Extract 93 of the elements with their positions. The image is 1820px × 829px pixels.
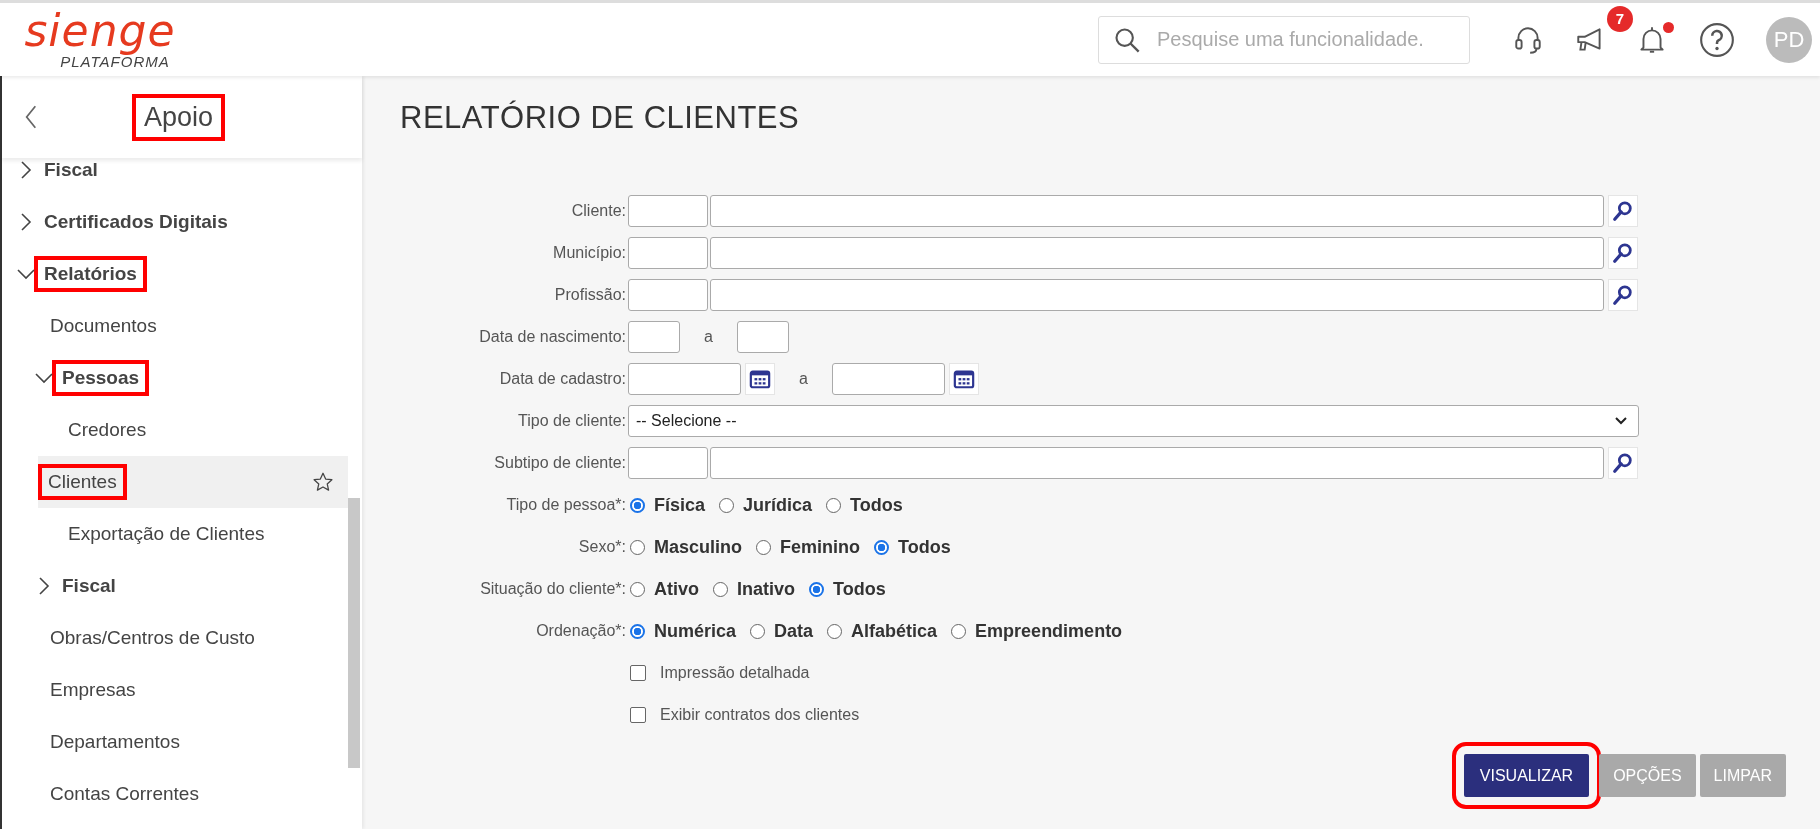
radio-label: Inativo: [737, 578, 795, 600]
page-title: RELATÓRIO DE CLIENTES: [400, 100, 801, 136]
search-icon: [1113, 25, 1141, 54]
name-input[interactable]: [710, 447, 1604, 479]
radio-button[interactable]: [630, 539, 645, 555]
menu-item[interactable]: Clientes: [38, 464, 127, 500]
field-label: Data de nascimento:: [478, 328, 627, 346]
logo-text: sienge: [24, 9, 176, 53]
chevron-right-icon[interactable]: [38, 576, 50, 596]
menu-folder[interactable]: Pessoas: [52, 360, 150, 396]
search-button[interactable]: [1608, 237, 1638, 269]
radio-label: Todos: [833, 578, 886, 600]
menu-folder[interactable]: Certificados Digitais: [34, 204, 238, 240]
chevron-down-icon[interactable]: [16, 268, 36, 280]
radio-button[interactable]: [951, 623, 967, 639]
radio-label: Ativo: [654, 578, 699, 600]
radio-button[interactable]: [826, 497, 842, 513]
field-label: Data de cadastro:: [498, 370, 627, 388]
field-label: Município:: [552, 244, 627, 262]
radio-label: Data: [774, 620, 814, 642]
menu-folder[interactable]: Fiscal: [52, 568, 126, 604]
code-input[interactable]: [628, 195, 708, 227]
date-input[interactable]: [628, 363, 741, 395]
field-label: Sexo*:: [577, 538, 627, 556]
name-input[interactable]: [710, 195, 1604, 227]
sidebar-title: Apoio: [132, 93, 226, 141]
radio-button[interactable]: [630, 497, 645, 513]
notification-badge: 7: [1607, 5, 1633, 32]
radio-button[interactable]: [809, 581, 824, 597]
menu-folder[interactable]: Fiscal: [34, 158, 108, 188]
date-input[interactable]: [736, 321, 789, 353]
radio-label: Jurídica: [743, 494, 813, 516]
chevron-right-icon[interactable]: [20, 160, 32, 180]
action-button[interactable]: VISUALIZAR: [1463, 754, 1590, 797]
checkbox-label: Exibir contratos dos clientes: [660, 706, 860, 724]
radio-label: Feminino: [780, 536, 860, 558]
name-input[interactable]: [710, 279, 1604, 311]
field-label: Tipo de pessoa*:: [505, 496, 627, 514]
code-input[interactable]: [628, 279, 708, 311]
search-button[interactable]: [1608, 195, 1638, 227]
back-icon[interactable]: [24, 104, 38, 130]
menu-item[interactable]: Credores: [58, 412, 157, 448]
search-button[interactable]: [1608, 447, 1638, 479]
scrollbar[interactable]: [348, 498, 360, 768]
field-label: Situação do cliente*:: [479, 580, 627, 598]
field-label: Cliente:: [570, 202, 627, 220]
star-icon[interactable]: [312, 471, 334, 493]
radio-button[interactable]: [719, 497, 735, 513]
date-input[interactable]: [628, 321, 680, 353]
menu-item[interactable]: Contas Correntes: [40, 776, 209, 812]
date-input[interactable]: [831, 363, 945, 395]
menu-item[interactable]: Obras/Centros de Custo: [40, 620, 265, 656]
menu-item[interactable]: Exportação de Clientes: [58, 516, 275, 552]
range-separator: a: [799, 370, 808, 388]
name-input[interactable]: [710, 237, 1604, 269]
radio-button[interactable]: [756, 539, 771, 555]
dropdown[interactable]: -- Selecione --: [628, 405, 1639, 437]
radio-button[interactable]: [827, 623, 843, 639]
range-separator: a: [704, 328, 713, 346]
chevron-right-icon[interactable]: [20, 212, 32, 232]
search-input[interactable]: Pesquise uma funcionalidade.: [1155, 27, 1449, 52]
calendar-button[interactable]: [745, 363, 775, 395]
code-input[interactable]: [628, 447, 708, 479]
radio-button[interactable]: [630, 623, 645, 639]
menu-item[interactable]: Empresas: [40, 672, 146, 708]
search-bar[interactable]: Pesquise uma funcionalidade.: [1098, 15, 1470, 64]
radio-button[interactable]: [630, 581, 645, 597]
radio-label: Empreendimento: [975, 620, 1123, 642]
calendar-button[interactable]: [948, 363, 979, 395]
menu-folder[interactable]: Relatórios: [34, 256, 147, 292]
radio-label: Alfabética: [851, 620, 938, 642]
help-icon[interactable]: [1698, 20, 1736, 59]
menu-item[interactable]: Documentos: [40, 308, 167, 344]
code-input[interactable]: [628, 237, 708, 269]
field-label: Subtipo de cliente:: [493, 454, 627, 472]
radio-label: Todos: [850, 494, 903, 516]
menu-item[interactable]: Departamentos: [40, 724, 190, 760]
checkbox[interactable]: [630, 665, 646, 681]
radio-button[interactable]: [874, 539, 889, 555]
field-label: Profissão:: [553, 286, 627, 304]
chevron-down-icon[interactable]: [1614, 416, 1628, 426]
field-label: Tipo de cliente:: [517, 412, 627, 430]
chevron-down-icon[interactable]: [34, 372, 54, 384]
checkbox-label: Impressão detalhada: [660, 664, 810, 682]
field-label: Ordenação*:: [535, 622, 627, 640]
radio-label: Masculino: [654, 536, 742, 558]
radio-label: Todos: [898, 536, 951, 558]
radio-label: Física: [654, 494, 706, 516]
checkbox[interactable]: [630, 707, 646, 723]
radio-label: Numérica: [654, 620, 737, 642]
radio-button[interactable]: [750, 623, 766, 639]
radio-button[interactable]: [713, 581, 728, 597]
search-button[interactable]: [1608, 279, 1638, 311]
